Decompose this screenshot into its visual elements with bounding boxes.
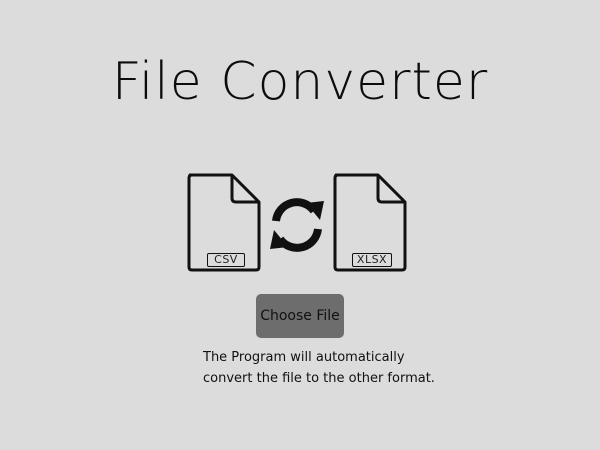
- info-text: The Program will automatically convert t…: [203, 347, 463, 389]
- target-file-icon: XLSX: [332, 172, 408, 272]
- page-title: File Converter: [111, 52, 489, 112]
- converter-graphic: CSV XLSX: [186, 172, 412, 274]
- sync-arrows-icon: [266, 194, 328, 256]
- target-format-label: XLSX: [352, 253, 392, 267]
- info-line-1: The Program will automatically: [203, 350, 405, 365]
- info-line-2: convert the file to the other format.: [203, 371, 435, 386]
- choose-file-button[interactable]: Choose File: [256, 294, 344, 338]
- source-file-icon: CSV: [186, 172, 262, 272]
- source-format-label: CSV: [207, 253, 245, 267]
